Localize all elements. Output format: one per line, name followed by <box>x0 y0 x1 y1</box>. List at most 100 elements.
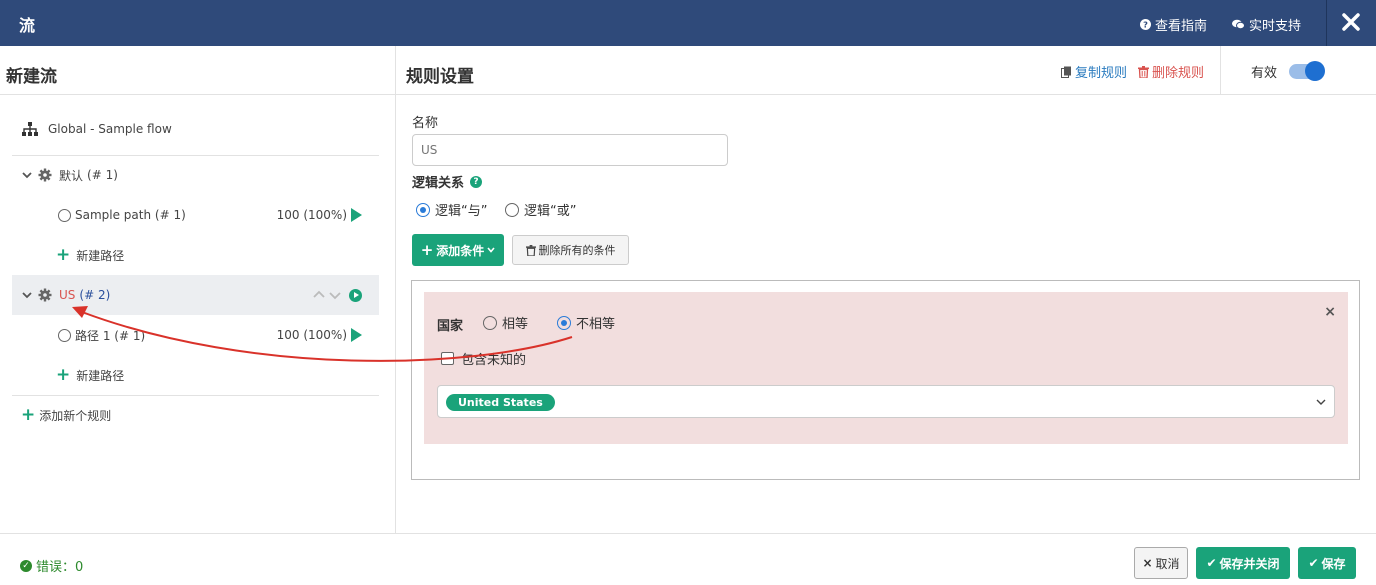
equal-label: 相等 <box>502 317 529 332</box>
logic-and-option[interactable]: 逻辑“与” <box>416 200 487 219</box>
new-path-button[interactable]: + 新建路径 <box>12 355 379 395</box>
path-radio[interactable] <box>58 208 71 222</box>
chat-icon <box>1232 19 1245 30</box>
delete-all-conditions-button[interactable]: 删除所有的条件 <box>512 235 629 265</box>
topbar-divider <box>1326 0 1327 46</box>
country-select[interactable]: United States <box>437 385 1335 418</box>
flow-root-label: Global - Sample flow <box>48 122 172 136</box>
help-icon[interactable]: ? <box>470 175 483 188</box>
save-label: 保存 <box>1321 556 1346 571</box>
path-label: 路径 1 (# 1) <box>75 328 146 343</box>
delete-rule-label: 删除规则 <box>1152 66 1205 81</box>
add-rule-button[interactable]: + 添加新个规则 <box>12 395 379 435</box>
include-unknown-label: 包含未知的 <box>461 353 527 368</box>
close-icon: × <box>1142 556 1153 570</box>
error-status: ✓ 错误：0 <box>20 556 83 575</box>
rule-item-us[interactable]: US (# 2) <box>12 275 379 315</box>
play-circle-icon[interactable] <box>349 288 362 302</box>
copy-rule-label: 复制规则 <box>1075 66 1128 81</box>
save-close-button[interactable]: ✔ 保存并关闭 <box>1196 547 1290 579</box>
footer-bar: ✓ 错误：0 × 取消 ✔ 保存并关闭 ✔ 保存 <box>0 533 1376 585</box>
path-percentage: 100 (100%) <box>276 328 347 342</box>
condition-field-label: 国家 <box>437 319 464 334</box>
include-unknown-option[interactable]: 包含未知的 <box>441 349 526 368</box>
window-title: 流 <box>19 16 36 35</box>
valid-toggle[interactable] <box>1289 61 1325 81</box>
add-condition-button[interactable]: + 添加条件 <box>412 234 504 266</box>
cancel-button[interactable]: × 取消 <box>1134 547 1188 579</box>
not-equal-option[interactable]: 不相等 <box>557 313 615 332</box>
rule-label: 默认 <box>59 168 84 183</box>
save-button[interactable]: ✔ 保存 <box>1298 547 1356 579</box>
panel-divider <box>395 46 396 534</box>
remove-condition-icon[interactable]: × <box>1324 304 1336 320</box>
path-label: Sample path (# 1) <box>75 208 186 222</box>
rule-label: US <box>59 288 76 302</box>
chevron-down-icon[interactable] <box>1316 397 1326 407</box>
error-count: 错误：0 <box>36 560 84 575</box>
logic-label-text: 逻辑关系 <box>412 176 465 191</box>
support-link[interactable]: 实时支持 <box>1232 15 1301 34</box>
gear-icon <box>38 288 52 302</box>
play-icon[interactable] <box>351 208 362 222</box>
add-condition-label: 添加条件 <box>436 243 485 258</box>
trash-icon <box>525 244 536 256</box>
plus-icon: + <box>420 241 434 259</box>
path-item[interactable]: 路径 1 (# 1) 100 (100%) <box>12 315 379 355</box>
chevron-up-icon[interactable] <box>313 290 325 300</box>
not-equal-label: 不相等 <box>576 317 616 332</box>
sitemap-icon <box>22 122 38 136</box>
logic-and-radio[interactable] <box>416 202 430 217</box>
header-divider <box>1220 46 1221 95</box>
cancel-label: 取消 <box>1155 556 1180 571</box>
rule-settings-header: 规则设置 复制规则 删除规则 有效 <box>396 46 1376 95</box>
trash-icon <box>1138 65 1149 78</box>
logic-label: 逻辑关系 ? <box>412 172 483 191</box>
guide-label: 查看指南 <box>1155 19 1208 34</box>
rule-item-default[interactable]: 默认 (# 1) <box>12 155 379 195</box>
copy-icon <box>1061 66 1071 78</box>
svg-text:?: ? <box>1143 20 1148 30</box>
check-circle-icon: ✓ <box>20 559 32 572</box>
save-close-label: 保存并关闭 <box>1219 556 1280 571</box>
equal-radio[interactable] <box>483 315 497 330</box>
flow-root[interactable]: Global - Sample flow <box>22 122 172 136</box>
support-label: 实时支持 <box>1249 19 1302 34</box>
name-input[interactable] <box>412 134 728 166</box>
logic-or-radio[interactable] <box>505 202 519 217</box>
path-item[interactable]: Sample path (# 1) 100 (100%) <box>12 195 379 235</box>
play-icon[interactable] <box>351 328 362 342</box>
rule-index: (# 2) <box>79 288 111 302</box>
valid-label: 有效 <box>1251 66 1278 81</box>
path-radio[interactable] <box>58 328 71 342</box>
delete-all-label: 删除所有的条件 <box>538 244 616 257</box>
new-path-label: 新建路径 <box>76 368 125 383</box>
plus-icon: + <box>56 244 71 265</box>
chevron-down-icon[interactable] <box>329 290 341 300</box>
path-percentage: 100 (100%) <box>276 208 347 222</box>
logic-or-option[interactable]: 逻辑“或” <box>505 200 576 219</box>
chevron-down-icon[interactable] <box>22 290 32 300</box>
country-tag[interactable]: United States <box>446 394 555 411</box>
guide-link[interactable]: ? 查看指南 <box>1140 15 1207 34</box>
gear-icon <box>38 168 52 182</box>
add-rule-label: 添加新个规则 <box>39 408 112 423</box>
logic-or-label: 逻辑“或” <box>524 204 577 219</box>
equal-option[interactable]: 相等 <box>483 313 528 332</box>
name-label: 名称 <box>412 116 439 131</box>
not-equal-radio[interactable] <box>557 315 571 330</box>
check-icon: ✔ <box>1206 556 1217 570</box>
toggle-knob <box>1305 61 1325 81</box>
condition-card: 国家 相等 不相等 × 包含未知的 United States <box>424 292 1348 444</box>
delete-rule-button[interactable]: 删除规则 <box>1138 62 1204 81</box>
include-unknown-checkbox[interactable] <box>441 352 454 365</box>
chevron-down-icon[interactable] <box>22 170 32 180</box>
close-icon[interactable] <box>1340 11 1362 33</box>
chevron-down-icon <box>487 247 495 253</box>
new-path-button[interactable]: + 新建路径 <box>12 235 379 275</box>
copy-rule-button[interactable]: 复制规则 <box>1061 62 1127 81</box>
plus-icon: + <box>56 364 71 385</box>
rule-index: (# 1) <box>87 168 118 182</box>
new-path-label: 新建路径 <box>76 248 125 263</box>
question-circle-icon: ? <box>1140 19 1151 30</box>
